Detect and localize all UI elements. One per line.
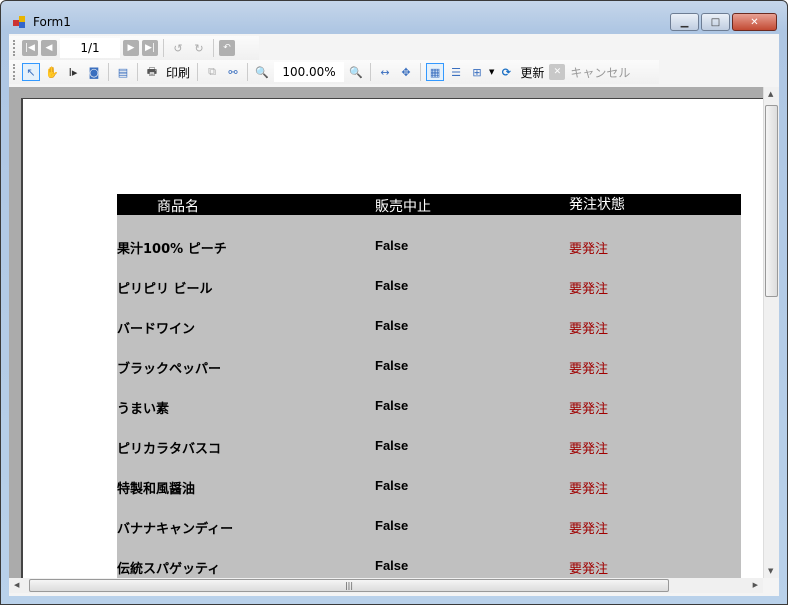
fit-page-icon[interactable]: ✥ [397, 63, 415, 81]
continuous-page-icon[interactable]: ☰ [447, 63, 465, 81]
multi-page-icon[interactable]: ⊞ [468, 63, 486, 81]
print-button[interactable]: 印刷 [164, 64, 192, 81]
return-icon[interactable]: ↶ [219, 40, 235, 56]
discontinued-cell: False [375, 358, 409, 373]
table-row: バードワイン False 要発注 [117, 318, 741, 338]
order-status-cell: 要発注 [569, 402, 609, 417]
previous-page-icon[interactable]: ◀ [41, 40, 57, 56]
product-name-cell: ブラックペッパー [117, 362, 222, 377]
copy-icon[interactable]: ⧉ [203, 63, 221, 81]
window: Form1 ▁ □ ✕ |◀ ◀ 1/1 ▶ ▶| ↺ ↻ ↶ ↖ ✋ I▸ ◙… [0, 0, 788, 605]
table-row: ピリカラタバスコ False 要発注 [117, 438, 741, 458]
table-row: ピリピリ ビール False 要発注 [117, 278, 741, 298]
product-name-cell: バードワイン [117, 322, 196, 337]
refresh-icon[interactable]: ⟳ [497, 63, 515, 81]
order-status-cell: 要発注 [569, 282, 609, 297]
separator [108, 63, 109, 81]
chevron-down-icon[interactable]: ▼ [489, 68, 494, 76]
report-table: 商品名 販売中止 発注状態 果汁100% ピーチ False 要発注 ピリピリ ビール… [117, 194, 741, 585]
toolbar-grip[interactable] [13, 64, 16, 80]
table-row: 果汁100% ピーチ False 要発注 [117, 238, 741, 258]
table-body: 果汁100% ピーチ False 要発注 ピリピリ ビール False 要発注 バードワイン… [117, 215, 741, 585]
product-name-cell: 特製和風醤油 [117, 482, 196, 497]
zoom-field[interactable]: 100.00% [274, 62, 345, 82]
order-status-cell: 要発注 [569, 242, 609, 257]
single-page-icon[interactable]: ▦ [426, 63, 445, 81]
discontinued-cell: False [375, 518, 409, 533]
product-name-cell: 伝統スパゲッティ [117, 562, 221, 577]
table-row: バナナキャンディー False 要発注 [117, 518, 741, 538]
cancel-icon[interactable]: ✕ [549, 64, 566, 80]
horizontal-scroll-thumb[interactable]: ||| [29, 579, 669, 592]
report-viewer: 商品名 販売中止 発注状態 果汁100% ピーチ False 要発注 ピリピリ ビール… [9, 87, 763, 585]
page-indicator[interactable]: 1/1 [60, 38, 120, 58]
table-row: ブラックペッパー False 要発注 [117, 358, 741, 378]
fit-width-icon[interactable]: ↔ [376, 63, 394, 81]
printer-icon[interactable]: 🖶 [143, 63, 161, 81]
close-button[interactable]: ✕ [732, 13, 777, 31]
window-title: Form1 [33, 15, 71, 29]
discontinued-cell: False [375, 438, 409, 453]
separator [213, 39, 214, 57]
separator [247, 63, 249, 81]
discontinued-cell: False [375, 318, 409, 333]
order-status-cell: 要発注 [569, 442, 609, 457]
table-row: 特製和風醤油 False 要発注 [117, 478, 741, 498]
hand-pan-icon[interactable]: ✋ [43, 63, 61, 81]
separator [163, 39, 164, 57]
forward-icon[interactable]: ↻ [190, 39, 208, 57]
main-toolbar: ↖ ✋ I▸ ◙ ▤ 🖶 印刷 ⧉ ⚯ 🔍 100.00% 🔍 ↔ ✥ ▦ ☰ … [9, 60, 659, 84]
discontinued-cell: False [375, 398, 409, 413]
discontinued-cell: False [375, 238, 409, 253]
refresh-button[interactable]: 更新 [518, 64, 546, 81]
order-status-cell: 要発注 [569, 482, 609, 497]
find-binoculars-icon[interactable]: ⚯ [224, 63, 242, 81]
client-area: |◀ ◀ 1/1 ▶ ▶| ↺ ↻ ↶ ↖ ✋ I▸ ◙ ▤ 🖶 印刷 ⧉ ⚯ [9, 34, 779, 596]
first-page-icon[interactable]: |◀ [22, 40, 38, 56]
discontinued-cell: False [375, 478, 409, 493]
header-order-status: 発注状態 [569, 197, 625, 213]
zoom-in-icon[interactable]: 🔍 [347, 63, 365, 81]
product-name-cell: ピリピリ ビール [117, 282, 213, 297]
product-name-cell: うまい素 [117, 402, 170, 417]
horizontal-scrollbar[interactable]: ◀ ||| ▶ [9, 578, 763, 593]
maximize-button[interactable]: □ [701, 13, 730, 31]
navigation-toolbar: |◀ ◀ 1/1 ▶ ▶| ↺ ↻ ↶ [9, 36, 259, 60]
product-name-cell: ピリカラタバスコ [117, 442, 222, 457]
order-status-cell: 要発注 [569, 322, 609, 337]
next-page-icon[interactable]: ▶ [123, 40, 139, 56]
vertical-scroll-thumb[interactable] [765, 105, 778, 297]
order-status-cell: 要発注 [569, 522, 609, 537]
separator [137, 63, 138, 81]
separator [197, 63, 199, 81]
snapshot-camera-icon[interactable]: ◙ [85, 63, 103, 81]
table-row: 伝統スパゲッティ False 要発注 [117, 558, 741, 578]
zoom-out-icon[interactable]: 🔍 [253, 63, 271, 81]
discontinued-cell: False [375, 558, 409, 573]
app-icon [13, 16, 27, 28]
vertical-scrollbar[interactable]: ▲ ▼ [763, 87, 779, 578]
separator [370, 63, 372, 81]
title-bar: Form1 [13, 13, 71, 31]
table-of-contents-icon[interactable]: ▤ [114, 63, 132, 81]
header-product-name: 商品名 [157, 199, 199, 215]
select-pointer-icon[interactable]: ↖ [22, 63, 40, 81]
last-page-icon[interactable]: ▶| [142, 40, 158, 56]
text-select-icon[interactable]: I▸ [64, 63, 82, 81]
discontinued-cell: False [375, 278, 409, 293]
product-name-cell: バナナキャンディー [117, 522, 234, 537]
minimize-button[interactable]: ▁ [670, 13, 699, 31]
table-header: 商品名 販売中止 発注状態 [117, 194, 741, 215]
back-icon[interactable]: ↺ [169, 39, 187, 57]
product-name-cell: 果汁100% ピーチ [117, 242, 227, 257]
order-status-cell: 要発注 [569, 562, 609, 577]
order-status-cell: 要発注 [569, 362, 609, 377]
header-discontinued: 販売中止 [375, 199, 431, 215]
table-row: うまい素 False 要発注 [117, 398, 741, 418]
cancel-button[interactable]: キャンセル [568, 64, 632, 81]
report-page: 商品名 販売中止 発注状態 果汁100% ピーチ False 要発注 ピリピリ ビール… [21, 98, 763, 585]
toolbar-grip[interactable] [13, 40, 16, 56]
separator [420, 63, 422, 81]
